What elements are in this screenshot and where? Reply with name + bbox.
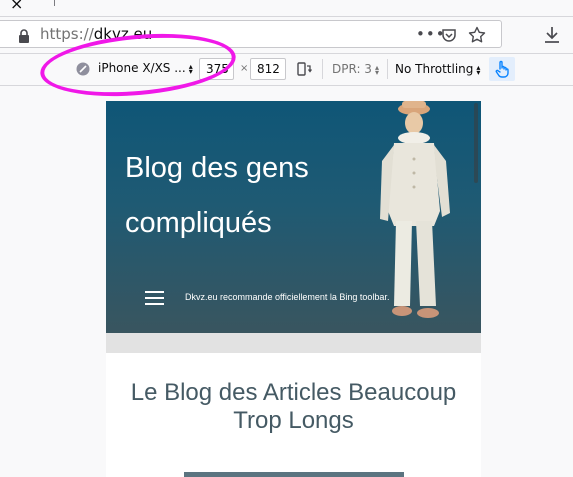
- toolbar-divider: [322, 59, 323, 79]
- article-card: Le Blog des Articles Beaucoup Trop Longs: [106, 353, 481, 477]
- lock-icon[interactable]: [17, 28, 31, 44]
- url-bar[interactable]: https://dkvz.eu •••: [0, 20, 502, 48]
- tab-close-button[interactable]: ×: [10, 0, 23, 13]
- card-image-bar: [184, 472, 404, 477]
- dimension-separator: ×: [240, 63, 249, 74]
- toolbar-divider: [387, 59, 388, 79]
- bookmark-star-icon[interactable]: [468, 26, 486, 44]
- select-arrows-icon: ▴ ▾: [374, 62, 379, 77]
- touch-hand-icon: [495, 60, 509, 78]
- select-arrows-icon: ▴ ▾: [476, 62, 481, 77]
- tab-separator: [54, 0, 55, 6]
- hamburger-menu-icon[interactable]: [145, 291, 164, 305]
- device-viewport: Blog des gens compliqués Dkvz.eu recomma…: [106, 101, 481, 477]
- viewport-scrollbar[interactable]: [474, 103, 478, 183]
- rotate-viewport-icon[interactable]: [296, 61, 312, 77]
- blog-tagline: Dkvz.eu recommande officiellement la Bin…: [185, 292, 390, 302]
- tab-strip: ×: [0, 0, 573, 17]
- dpr-selector-label: DPR: 3: [332, 62, 372, 76]
- blog-title[interactable]: Blog des gens compliqués: [125, 141, 365, 251]
- blog-header: Blog des gens compliqués Dkvz.eu recomma…: [106, 101, 481, 333]
- throttling-selector-label: No Throttling: [395, 62, 474, 76]
- viewport-height-input[interactable]: 812: [250, 58, 286, 80]
- download-icon[interactable]: [544, 26, 560, 44]
- touch-simulation-button[interactable]: [489, 57, 515, 81]
- dpr-selector[interactable]: DPR: 3 ▴ ▾: [332, 62, 379, 76]
- pocket-icon[interactable]: [441, 27, 457, 43]
- url-prefix: https://: [40, 25, 94, 43]
- post-title[interactable]: Le Blog des Articles Beaucoup Trop Longs: [106, 379, 481, 435]
- throttling-selector[interactable]: No Throttling ▴ ▾: [395, 62, 480, 76]
